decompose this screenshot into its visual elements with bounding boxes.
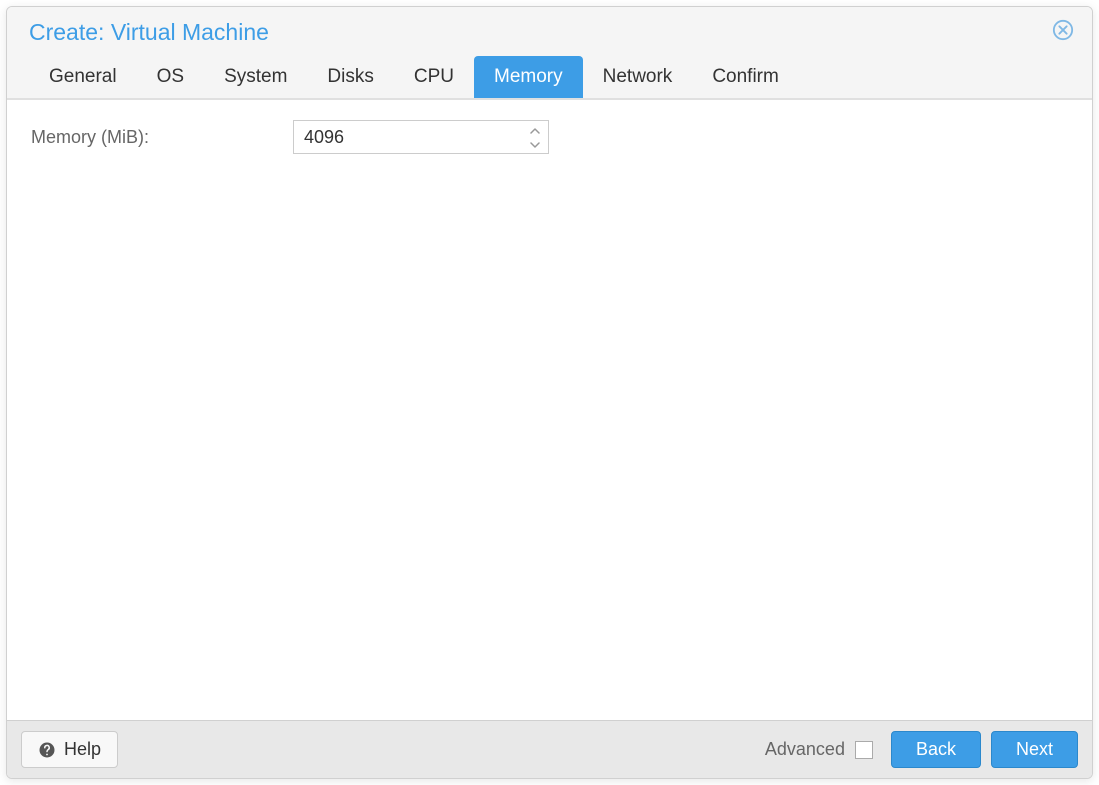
dialog-title: Create: Virtual Machine — [29, 19, 269, 46]
spinner-arrows — [528, 121, 542, 153]
footer-left: Help — [21, 731, 118, 768]
dialog-content: Memory (MiB): — [7, 99, 1092, 720]
tab-os[interactable]: OS — [137, 56, 204, 98]
help-button-label: Help — [64, 739, 101, 760]
back-button[interactable]: Back — [891, 731, 981, 768]
help-button[interactable]: Help — [21, 731, 118, 768]
title-row: Create: Virtual Machine — [7, 7, 1092, 56]
help-icon — [38, 741, 56, 759]
memory-input[interactable] — [294, 121, 548, 153]
tab-network[interactable]: Network — [583, 56, 693, 98]
tab-system[interactable]: System — [204, 56, 307, 98]
chevron-down-icon — [530, 135, 540, 153]
footer-right: Advanced Back Next — [765, 731, 1078, 768]
dialog-footer: Help Advanced Back Next — [7, 720, 1092, 778]
tab-general[interactable]: General — [29, 56, 137, 98]
memory-label: Memory (MiB): — [31, 127, 281, 148]
tab-disks[interactable]: Disks — [307, 56, 393, 98]
advanced-checkbox[interactable] — [855, 741, 873, 759]
memory-row: Memory (MiB): — [31, 120, 1068, 154]
memory-spinner — [293, 120, 549, 154]
tab-cpu[interactable]: CPU — [394, 56, 474, 98]
close-button[interactable] — [1052, 22, 1074, 44]
tab-confirm[interactable]: Confirm — [692, 56, 799, 98]
next-button[interactable]: Next — [991, 731, 1078, 768]
dialog-header: Create: Virtual Machine General OS Syste… — [7, 7, 1092, 99]
advanced-label: Advanced — [765, 739, 845, 760]
memory-decrement-button[interactable] — [528, 138, 542, 150]
tabs: General OS System Disks CPU Memory Netwo… — [7, 56, 1092, 98]
create-vm-dialog: Create: Virtual Machine General OS Syste… — [6, 6, 1093, 779]
close-icon — [1052, 19, 1074, 46]
tab-memory[interactable]: Memory — [474, 56, 583, 98]
